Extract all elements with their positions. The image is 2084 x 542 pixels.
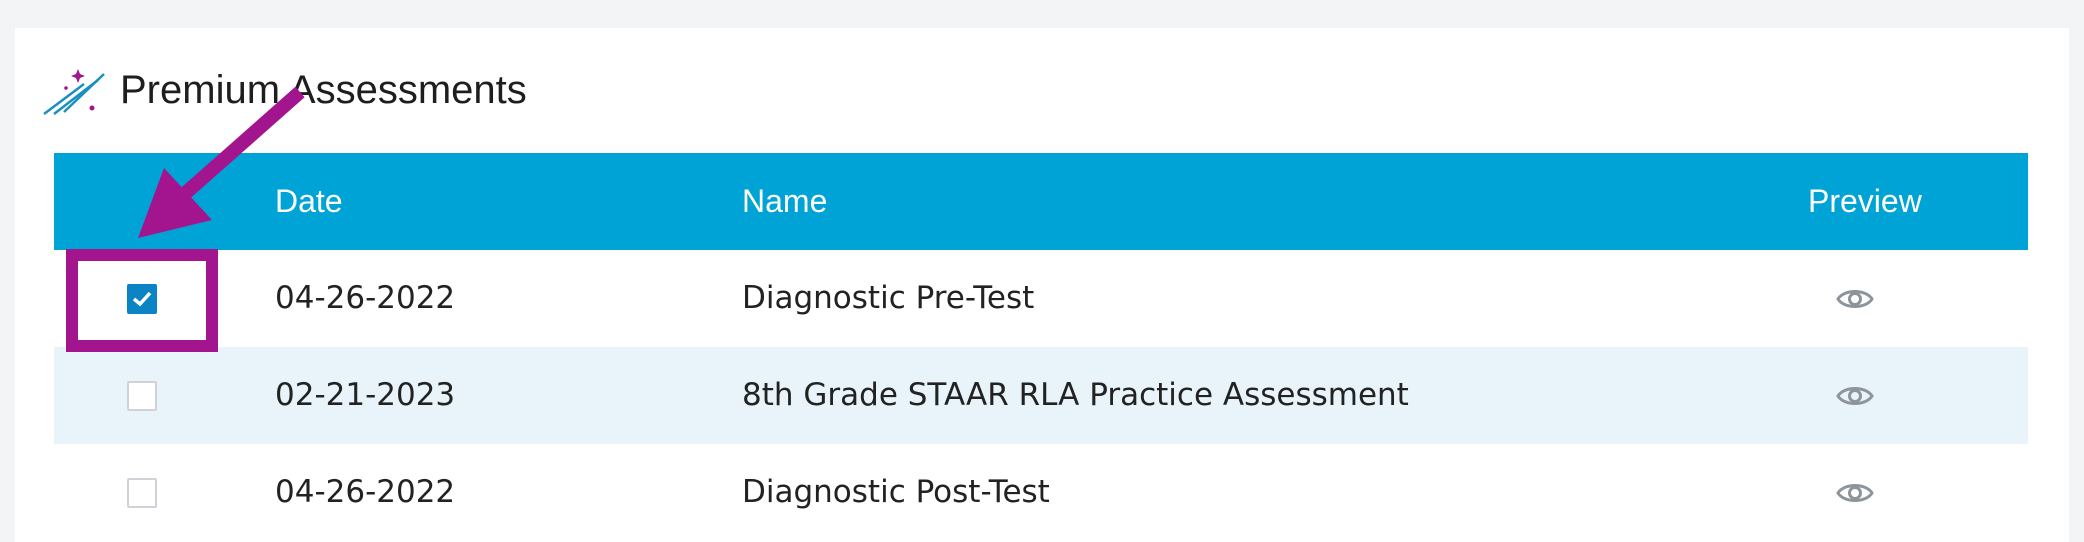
assessments-table: Date Name Preview 04-26-2022 Diagnostic … (54, 153, 2028, 541)
shooting-stars-icon (43, 69, 105, 115)
row-name: Diagnostic Post-Test (742, 474, 1050, 510)
row-date: 04-26-2022 (275, 280, 456, 316)
title-row: Premium Assessments (40, 55, 527, 125)
table-row: 04-26-2022 Diagnostic Post-Test (54, 444, 2028, 541)
eye-icon[interactable] (1836, 382, 1874, 410)
row-select-checkbox[interactable] (127, 478, 157, 508)
checkmark-icon (132, 291, 152, 307)
table-row: 02-21-2023 8th Grade STAAR RLA Practice … (54, 347, 2028, 444)
table-header: Date Name Preview (54, 153, 2028, 250)
column-header-date[interactable]: Date (275, 153, 343, 250)
column-header-name[interactable]: Name (742, 153, 827, 250)
row-date: 02-21-2023 (275, 377, 456, 413)
table-row: 04-26-2022 Diagnostic Pre-Test (54, 250, 2028, 347)
column-header-preview: Preview (1808, 183, 1922, 219)
page-title: Premium Assessments (120, 67, 527, 112)
eye-icon[interactable] (1836, 479, 1874, 507)
eye-icon[interactable] (1836, 285, 1874, 313)
row-name: 8th Grade STAAR RLA Practice Assessment (742, 377, 1409, 413)
row-date: 04-26-2022 (275, 474, 456, 510)
row-name: Diagnostic Pre-Test (742, 280, 1035, 316)
row-select-checkbox[interactable] (127, 381, 157, 411)
row-select-checkbox[interactable] (127, 284, 157, 314)
